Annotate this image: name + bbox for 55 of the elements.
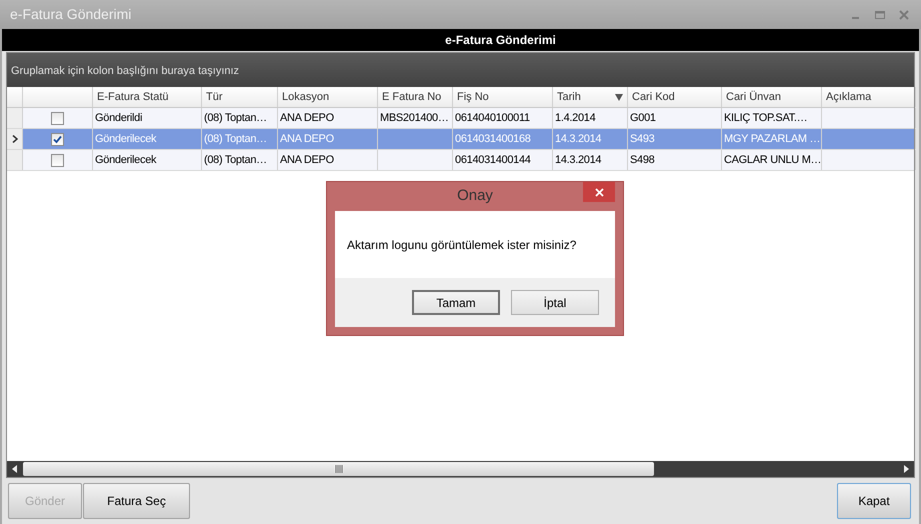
table-cell-text: S493 xyxy=(630,132,654,147)
column-header[interactable]: Cari Ünvan xyxy=(722,87,822,107)
row-pointer-icon xyxy=(12,135,18,143)
table-cell-text: (08) Toptan… xyxy=(204,132,267,147)
column-header[interactable]: Lokasyon xyxy=(278,87,378,107)
column-header[interactable]: Tür xyxy=(202,87,278,107)
table-cell-text: CAGLAR UNLU M… xyxy=(724,152,822,168)
table-cell-text: G001 xyxy=(630,110,656,126)
column-header[interactable]: E Fatura No xyxy=(378,87,453,107)
table-cell-text: (08) Toptan… xyxy=(204,110,267,126)
table-cell-text: 14.3.2014 xyxy=(555,132,602,147)
table-cell-text: 0614031400168 xyxy=(455,132,531,147)
close-icon[interactable] xyxy=(899,10,909,20)
footer-button[interactable]: Fatura Seç xyxy=(83,483,190,519)
table-cell-text: 1.4.2014 xyxy=(555,110,596,126)
column-header[interactable]: E-Fatura Statü xyxy=(93,87,202,107)
table-cell-text: KILIÇ TOP.SAT.… xyxy=(724,110,808,126)
dialog-message: Aktarım logunu görüntülemek ister misiniz? xyxy=(347,236,576,254)
maximize-icon[interactable] xyxy=(875,10,885,20)
table-cell-text: (08) Toptan… xyxy=(204,152,267,168)
dialog-title: Onay xyxy=(457,186,493,206)
table-row[interactable]: Gönderildi (08) Toptan… ANA DEPO MBS201400… 0614040100011 1.4.2014 G001 KILIÇ TOP.SAT.… xyxy=(7,108,914,129)
table-cell-text: 0614040100011 xyxy=(455,110,530,126)
dialog-button[interactable]: İptal xyxy=(511,290,599,315)
table-cell-text: ANA DEPO xyxy=(280,132,334,147)
column-header[interactable]: Cari Kod xyxy=(628,87,722,107)
checkbox[interactable] xyxy=(51,132,64,146)
header-title: e-Fatura Gönderimi xyxy=(445,32,556,49)
column-header[interactable]: Tarih xyxy=(553,87,628,107)
table-cell-text: ANA DEPO xyxy=(280,110,334,126)
table-row[interactable]: Gönderilecek (08) Toptan… ANA DEPO 0614031400144 14.3.2014 S498 CAGLAR UNLU M… xyxy=(7,150,914,171)
checkmark-icon xyxy=(53,134,62,144)
close-icon xyxy=(594,188,604,196)
dialog-close-button[interactable] xyxy=(583,182,615,202)
column-header[interactable]: Fiş No xyxy=(453,87,553,107)
grip-icon xyxy=(334,465,342,473)
group-hint: Gruplamak için kolon başlığını buraya taşıyınız xyxy=(11,64,240,78)
horizontal-scrollbar[interactable] xyxy=(7,461,914,477)
checkbox[interactable] xyxy=(51,112,64,124)
table-cell-text: MGY PAZARLAM … xyxy=(724,132,820,147)
checkbox[interactable] xyxy=(51,154,64,166)
table-cell-text: 0614031400144 xyxy=(455,152,531,168)
window-title: e-Fatura Gönderimi xyxy=(10,5,132,24)
column-header[interactable]: Açıklama xyxy=(822,87,916,107)
close-button[interactable]: Kapat xyxy=(837,483,911,519)
table-cell-text: MBS201400… xyxy=(380,110,449,126)
table-cell-text: Gönderilecek xyxy=(95,132,156,147)
table-cell-text: 14.3.2014 xyxy=(555,152,602,168)
table-cell-text: ANA DEPO xyxy=(280,152,334,168)
table-cell-text: Gönderildi xyxy=(95,110,142,126)
scrollbar-thumb[interactable] xyxy=(23,462,654,476)
table-cell-text: Gönderilecek xyxy=(95,152,156,168)
sort-descending-icon xyxy=(615,94,623,100)
table-cell-text: S498 xyxy=(630,152,654,168)
dialog-button[interactable]: Tamam xyxy=(412,290,500,315)
